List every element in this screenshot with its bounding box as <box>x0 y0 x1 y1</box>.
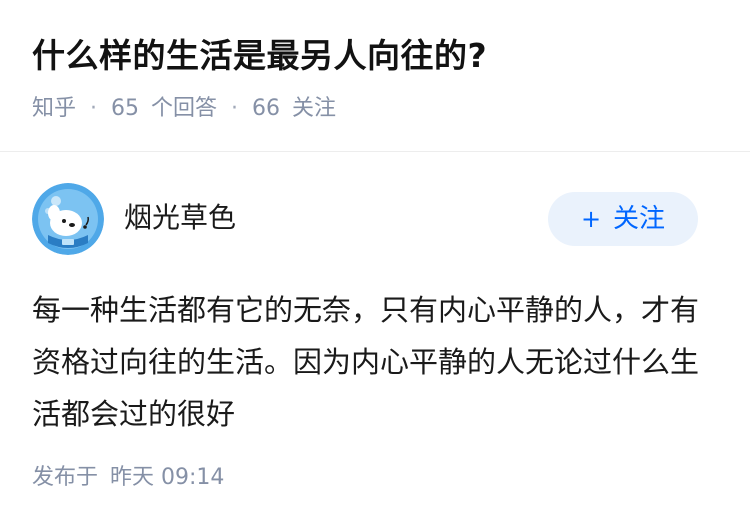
author-avatar[interactable] <box>32 183 104 255</box>
answer-count-label: 个回答 <box>151 96 218 121</box>
follow-button[interactable]: + 关注 <box>548 192 698 246</box>
question-header: 什么样的生活是最另人向往的? 知乎 · 65 个回答 · 66 关注 <box>0 0 750 150</box>
answer-card: 烟光草色 + 关注 每一种生活都有它的无奈，只有内心平静的人，才有资格过向往的生活… <box>0 152 750 530</box>
question-title[interactable]: 什么样的生活是最另人向往的? <box>32 32 487 80</box>
source-label[interactable]: 知乎 <box>32 93 76 125</box>
post-time: 发布于 昨天 09:14 <box>32 462 224 494</box>
follow-button-label: 关注 <box>613 204 666 234</box>
follow-count: 66 <box>252 96 281 121</box>
follow-count-label: 关注 <box>292 96 337 121</box>
plus-icon: + <box>580 205 602 233</box>
answer-count: 65 <box>111 96 140 121</box>
separator-dot: · <box>90 96 98 121</box>
separator-dot: · <box>231 96 239 121</box>
published-time: 昨天 09:14 <box>110 465 225 490</box>
answer-content[interactable]: 每一种生活都有它的无奈，只有内心平静的人，才有资格过向往的生活。因为内心平静的人… <box>32 284 712 440</box>
author-name[interactable]: 烟光草色 <box>124 198 236 238</box>
published-label: 发布于 <box>32 465 99 490</box>
question-meta: 知乎 · 65 个回答 · 66 关注 <box>32 93 336 125</box>
cartoon-dog-astronaut-avatar-icon <box>32 183 104 255</box>
